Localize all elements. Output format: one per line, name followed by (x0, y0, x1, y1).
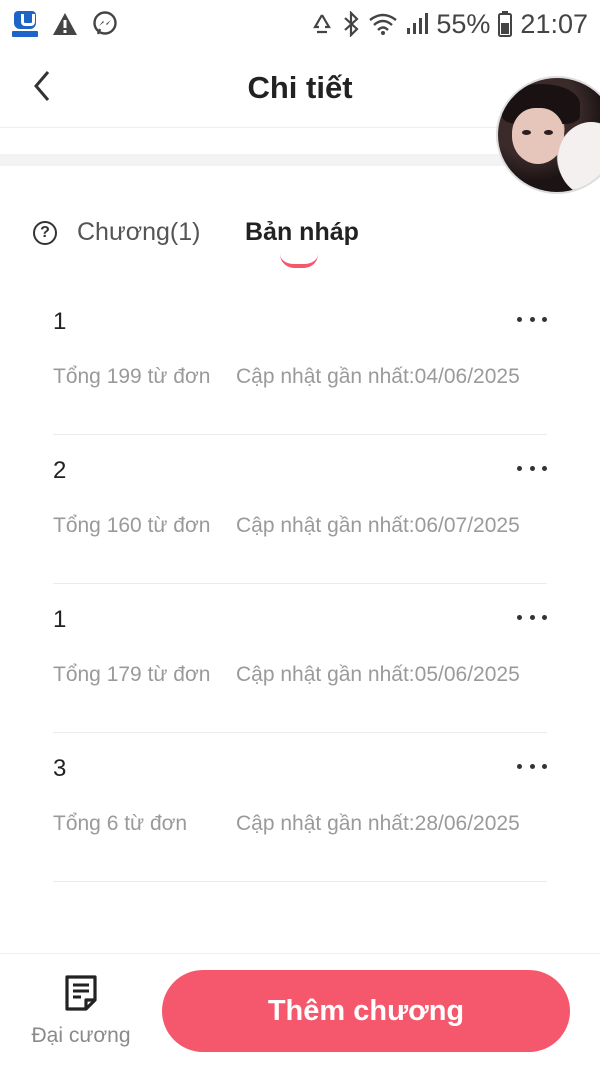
outline-button[interactable]: Đại cương (22, 974, 140, 1054)
tab-chapters[interactable]: Chương(1) (77, 218, 200, 247)
draft-title: 2 (53, 457, 67, 484)
word-count: Tổng 199 từ đơn (53, 365, 211, 388)
warning-icon (52, 12, 78, 36)
tab-bar: ? Chương(1) Bản nháp (0, 210, 600, 270)
last-updated: Cập nhật gần nhất:05/06/2025 (236, 663, 520, 686)
last-updated: Cập nhật gần nhất:28/06/2025 (236, 812, 520, 835)
more-options-icon[interactable] (517, 612, 547, 622)
avatar[interactable] (496, 76, 600, 194)
app-notification-icon (12, 11, 38, 37)
last-updated: Cập nhật gần nhất:06/07/2025 (236, 514, 520, 537)
more-options-icon[interactable] (517, 314, 547, 324)
signal-icon (406, 12, 429, 36)
messenger-icon (92, 11, 118, 37)
more-options-icon[interactable] (517, 463, 547, 473)
question-circle-icon[interactable]: ? (33, 221, 57, 245)
draft-list: 1 Tổng 199 từ đơn Cập nhật gần nhất:04/0… (53, 286, 547, 882)
add-chapter-button[interactable]: Thêm chương (162, 970, 570, 1052)
active-tab-indicator (280, 254, 318, 268)
tab-drafts[interactable]: Bản nháp (245, 218, 359, 247)
word-count: Tổng 160 từ đơn (53, 514, 211, 537)
wifi-icon (368, 12, 398, 36)
status-bar: 55% 21:07 (0, 0, 600, 48)
list-item[interactable]: 1 Tổng 179 từ đơn Cập nhật gần nhất:05/0… (53, 584, 547, 733)
list-item[interactable]: 2 Tổng 160 từ đơn Cập nhật gần nhất:06/0… (53, 435, 547, 584)
draft-title: 1 (53, 606, 67, 633)
outline-label: Đại cương (31, 1024, 131, 1047)
bottom-bar: Đại cương Thêm chương (0, 953, 600, 1067)
bluetooth-icon (342, 11, 360, 37)
list-item[interactable]: 3 Tổng 6 từ đơn Cập nhật gần nhất:28/06/… (53, 733, 547, 882)
battery-percent: 55% (436, 8, 491, 39)
clock: 21:07 (520, 8, 588, 39)
note-icon (65, 975, 97, 1011)
word-count: Tổng 6 từ đơn (53, 812, 188, 835)
recycle-icon (310, 12, 334, 36)
word-count: Tổng 179 từ đơn (53, 663, 211, 686)
draft-title: 1 (53, 308, 67, 335)
last-updated: Cập nhật gần nhất:04/06/2025 (236, 365, 520, 388)
more-options-icon[interactable] (517, 761, 547, 771)
list-item[interactable]: 1 Tổng 199 từ đơn Cập nhật gần nhất:04/0… (53, 286, 547, 435)
battery-icon (498, 11, 513, 37)
draft-title: 3 (53, 755, 67, 782)
